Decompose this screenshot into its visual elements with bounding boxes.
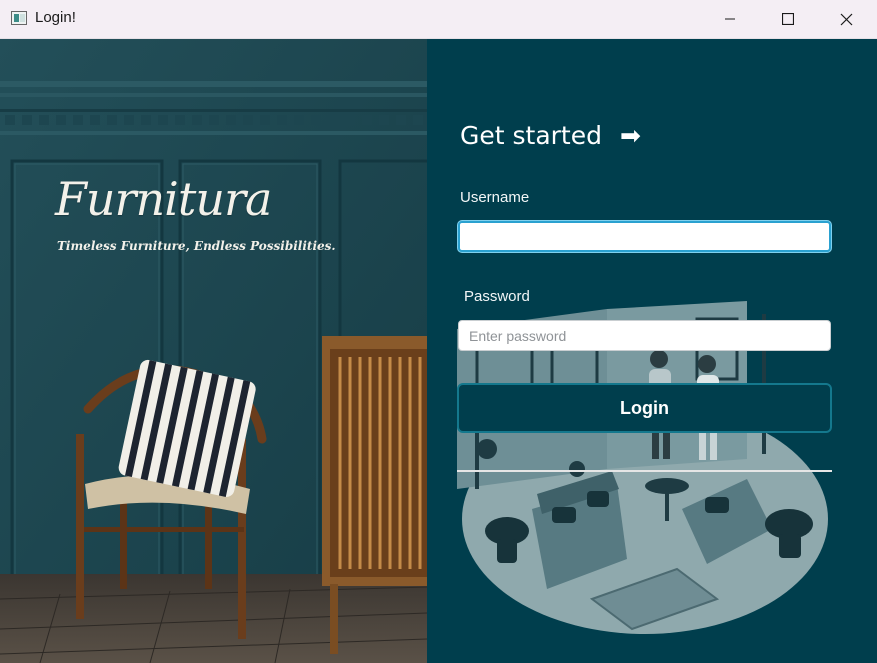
hero-image-panel: Furnitura Timeless Furniture, Endless Po… xyxy=(0,39,427,663)
window-title: Login! xyxy=(35,9,76,26)
title-bar[interactable]: Login! xyxy=(0,0,877,39)
maximize-button[interactable] xyxy=(759,0,817,38)
password-input[interactable] xyxy=(458,320,831,351)
brand-logo-text: Furnitura xyxy=(55,172,272,226)
heading-text: Get started xyxy=(460,121,602,150)
login-form-panel: Get started ➡ Username Password Login xyxy=(427,39,877,663)
brand-tagline: Timeless Furniture, Endless Possibilitie… xyxy=(57,239,336,253)
minimize-button[interactable] xyxy=(701,0,759,38)
username-input[interactable] xyxy=(458,221,831,252)
password-label: Password xyxy=(464,288,530,305)
minimize-icon xyxy=(725,18,735,20)
divider-line xyxy=(457,470,832,472)
username-label: Username xyxy=(460,189,530,206)
app-window-icon xyxy=(11,11,27,25)
login-button-label: Login xyxy=(620,397,669,418)
close-button[interactable] xyxy=(817,0,875,38)
room-photo xyxy=(0,39,427,663)
arrow-right-icon: ➡ xyxy=(619,121,641,150)
login-window: Login! Furnitura Timeless Furniture, End… xyxy=(0,0,877,663)
maximize-icon xyxy=(782,13,794,25)
login-button[interactable]: Login xyxy=(457,383,832,433)
close-icon xyxy=(840,13,852,25)
form-heading: Get started ➡ xyxy=(460,121,641,150)
